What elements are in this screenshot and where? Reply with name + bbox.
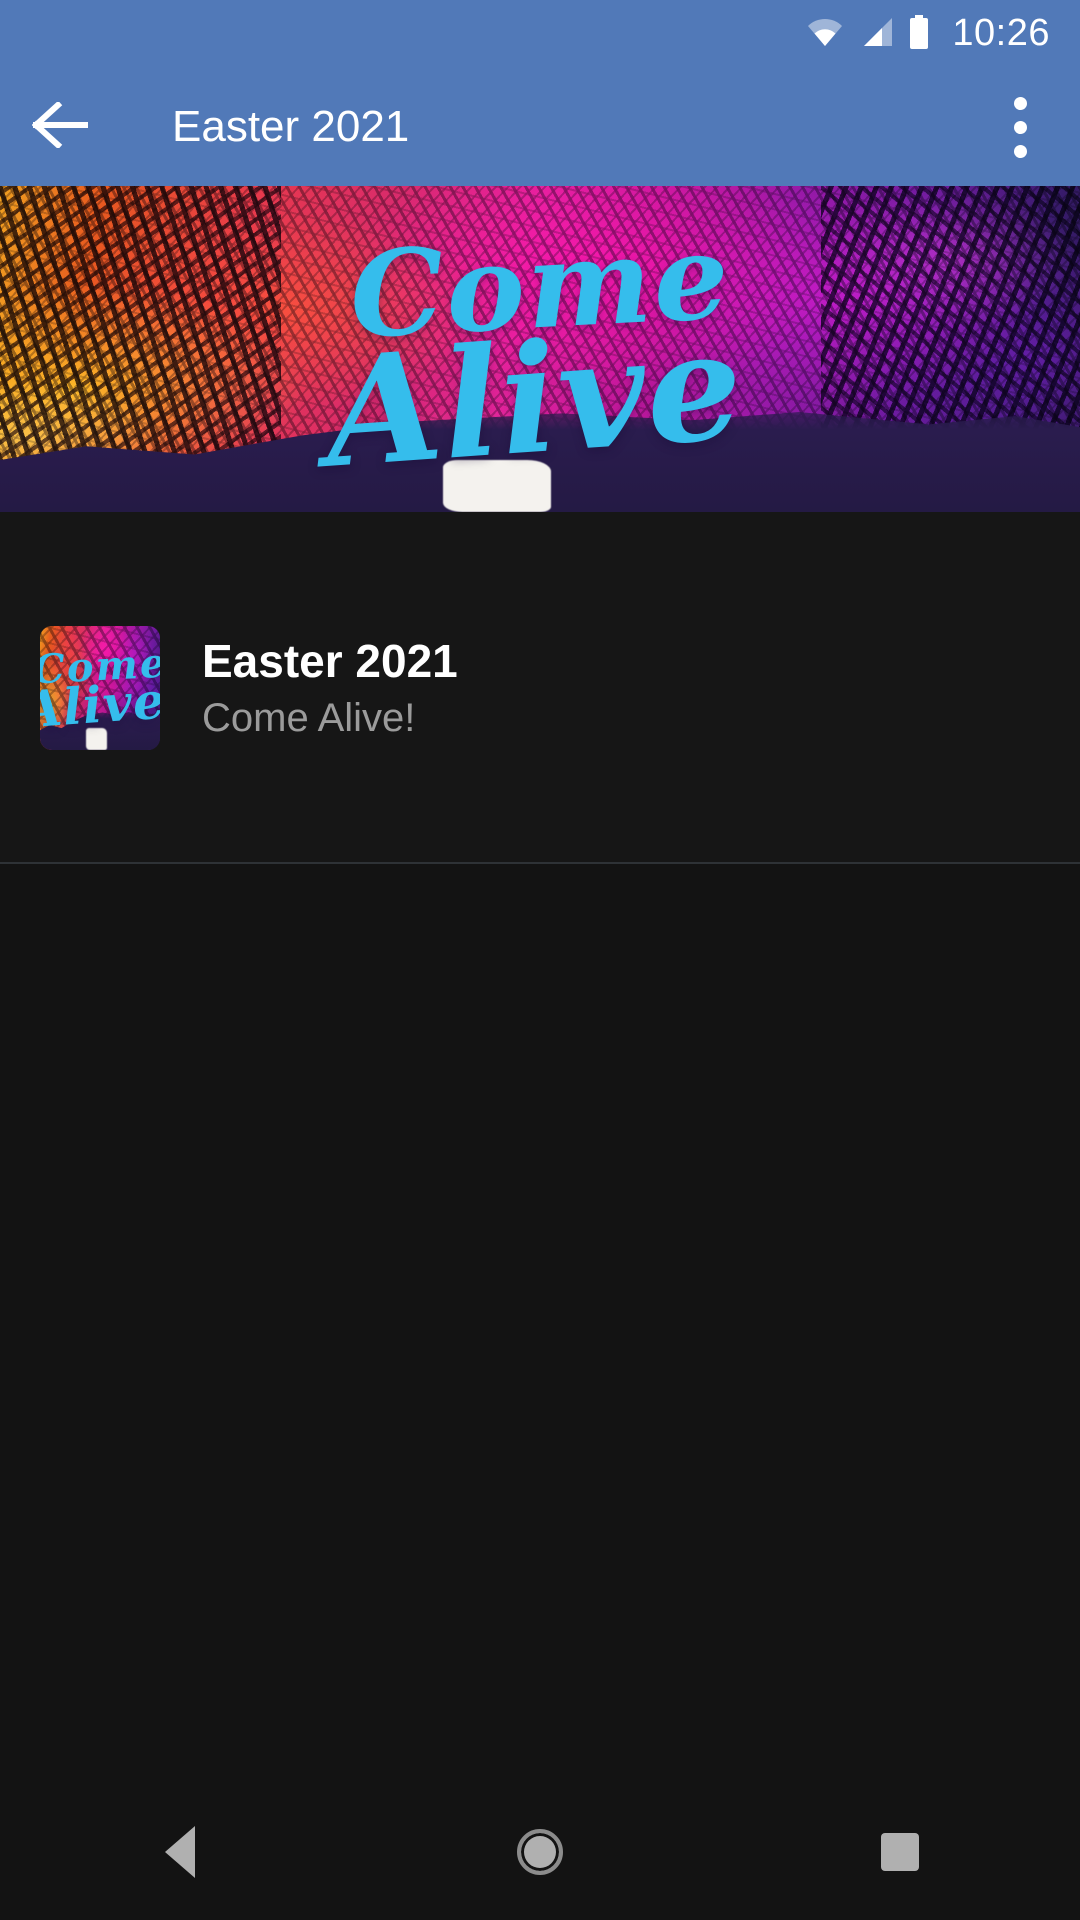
nav-back-button[interactable] xyxy=(90,1784,270,1920)
hero-banner-image[interactable]: Come Alive xyxy=(0,186,1080,512)
thumb-white-splash xyxy=(85,727,108,750)
status-bar: 10:26 xyxy=(0,0,1080,68)
nav-home-circle-icon xyxy=(517,1829,563,1875)
nav-recents-button[interactable] xyxy=(810,1784,990,1920)
nav-back-triangle-icon xyxy=(165,1826,195,1878)
list-item-title: Easter 2021 xyxy=(202,635,458,687)
artwork-white-splash xyxy=(442,459,551,512)
empty-content-area xyxy=(0,864,1080,1784)
more-vert-icon xyxy=(1013,96,1027,110)
back-button[interactable] xyxy=(0,68,120,186)
content-list: Come Alive Easter 2021 Come Alive! xyxy=(0,512,1080,864)
hero-artwork xyxy=(0,186,1080,512)
app-bar: Easter 2021 xyxy=(0,68,1080,186)
list-item-subtitle: Come Alive! xyxy=(202,696,416,740)
list-item[interactable]: Come Alive Easter 2021 Come Alive! xyxy=(0,512,1080,864)
wifi-icon xyxy=(806,17,844,52)
battery-icon xyxy=(908,14,930,54)
status-bar-clock: 10:26 xyxy=(952,12,1050,54)
system-navigation-bar xyxy=(0,1784,1080,1920)
thumbnail-artwork xyxy=(40,626,160,750)
list-item-text: Easter 2021 Come Alive! xyxy=(202,638,458,738)
list-item-thumbnail: Come Alive xyxy=(40,626,160,750)
back-arrow-icon xyxy=(31,100,89,153)
nav-home-button[interactable] xyxy=(450,1784,630,1920)
nav-recents-square-icon xyxy=(881,1833,919,1871)
more-vert-icon-dot xyxy=(1013,120,1027,134)
overflow-menu-button[interactable] xyxy=(960,68,1080,186)
page-title: Easter 2021 xyxy=(172,102,410,151)
more-vert-icon-dot xyxy=(1013,144,1027,158)
phone-screen: 10:26 Easter 2021 Come Alive Come Alive … xyxy=(0,0,1080,1920)
cellular-signal-icon xyxy=(858,17,894,52)
